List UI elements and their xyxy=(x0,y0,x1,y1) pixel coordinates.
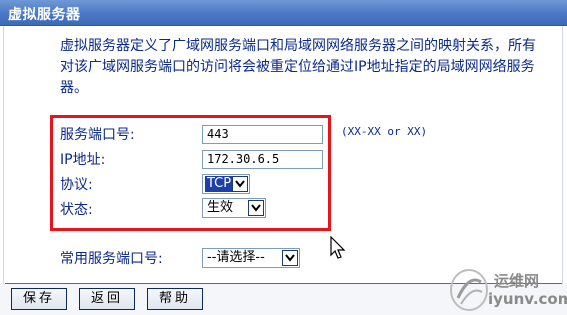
back-button[interactable]: 返回 xyxy=(79,288,135,310)
watermark: 运维网 iyunv.com xyxy=(448,268,567,314)
service-port-label: 服务端口号: xyxy=(60,127,135,143)
protocol-value: TCP xyxy=(205,176,234,192)
common-port-label: 常用服务端口号: xyxy=(60,251,163,267)
description-text: 虚拟服务器定义了广域网服务端口和局域网网络服务器之间的映射关系，所有对该广域网服… xyxy=(60,38,536,96)
left-border xyxy=(3,26,4,288)
status-value: 生效 xyxy=(207,200,234,215)
window-title: 虚拟服务器 xyxy=(8,7,81,23)
right-border xyxy=(562,26,563,288)
watermark-text-en: iyunv.com xyxy=(488,290,567,308)
status-label: 状态: xyxy=(60,202,93,218)
help-button[interactable]: 帮助 xyxy=(147,288,203,310)
mouse-cursor-icon xyxy=(330,236,346,259)
ip-address-input[interactable]: 172.30.6.5 xyxy=(202,150,323,169)
window-title-bar: 虚拟服务器 xyxy=(0,0,567,26)
chevron-down-icon[interactable] xyxy=(232,176,248,192)
service-port-hint: (XX-XX or XX) xyxy=(341,125,428,138)
common-port-select[interactable]: --请选择-- xyxy=(202,248,300,268)
protocol-label: 协议: xyxy=(60,177,93,193)
chevron-down-icon[interactable] xyxy=(282,250,298,266)
chevron-down-icon[interactable] xyxy=(248,200,264,216)
save-button[interactable]: 保存 xyxy=(11,288,67,310)
watermark-logo-icon xyxy=(450,269,488,311)
ip-address-label: IP地址: xyxy=(60,152,106,168)
common-port-value: --请选择-- xyxy=(207,250,265,265)
protocol-select[interactable]: TCP xyxy=(202,174,250,194)
service-port-input[interactable]: 443 xyxy=(202,125,323,144)
status-select[interactable]: 生效 xyxy=(202,198,266,218)
watermark-text-cn: 运维网 xyxy=(494,272,540,290)
